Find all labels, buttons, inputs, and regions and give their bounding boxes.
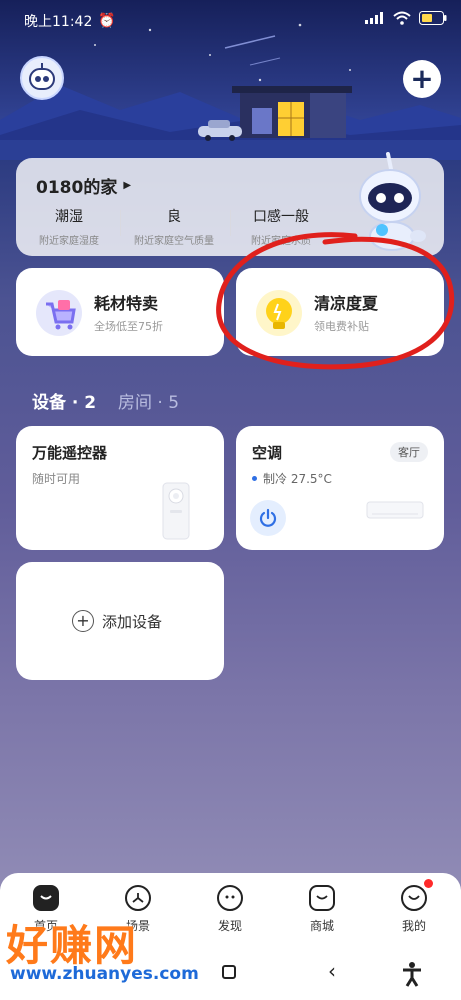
notification-dot	[424, 879, 433, 888]
room-badge: 客厅	[390, 442, 428, 462]
home-title-row[interactable]: 0180的家 ▶	[36, 173, 131, 198]
air-conditioner-icon	[366, 501, 424, 519]
nav-label: 发现	[217, 919, 242, 933]
accessibility-icon[interactable]	[400, 961, 424, 987]
profile-icon	[401, 879, 433, 911]
wifi-icon	[393, 11, 411, 25]
user-avatar[interactable]	[20, 56, 64, 100]
power-button[interactable]	[250, 500, 286, 536]
nav-label: 我的	[401, 919, 426, 933]
tab-rooms[interactable]: 房间 · 5	[118, 388, 179, 413]
promo-title: 耗材特卖	[94, 294, 159, 313]
home-icon	[33, 885, 59, 911]
device-status: 制冷 27.5°C	[263, 472, 332, 486]
status-dot-icon	[252, 476, 257, 481]
nav-profile[interactable]: 我的	[384, 879, 444, 934]
device-card-remote[interactable]: 万能遥控器 随时可用	[16, 426, 224, 550]
stat-value: 口感一般	[253, 209, 309, 225]
tab-devices[interactable]: 设备 · 2	[32, 388, 96, 413]
robot-avatar-icon	[29, 63, 55, 90]
scene-icon	[125, 885, 151, 911]
device-name: 万能遥控器	[32, 444, 108, 462]
alarm-icon: ⏰	[98, 13, 116, 29]
nav-label: 商城	[309, 919, 334, 933]
plus-icon: +	[410, 62, 434, 95]
add-circle-icon: +	[72, 610, 94, 632]
device-name: 空调	[252, 444, 283, 462]
add-button[interactable]: +	[403, 60, 441, 98]
promo-subtitle: 全场低至75折	[94, 320, 163, 333]
status-time: 晚上11:42	[24, 14, 93, 30]
watermark-url: www.zhuanyes.com	[10, 964, 199, 984]
annotation-circle	[216, 232, 455, 370]
add-device-label: 添加设备	[102, 612, 163, 631]
status-bar: 晚上11:42 ⏰	[0, 0, 461, 40]
discover-icon	[217, 885, 243, 911]
add-device-card[interactable]: + 添加设备	[16, 562, 224, 680]
shopping-bag-icon	[309, 885, 335, 911]
nav-discover[interactable]: 发现	[200, 885, 260, 934]
home-title: 0180的家	[36, 178, 118, 198]
shopping-cart-icon	[36, 290, 82, 336]
back-icon[interactable]: ‹	[328, 959, 336, 983]
signal-icon	[365, 12, 383, 24]
nav-mall[interactable]: 商城	[292, 885, 352, 934]
device-card-air-conditioner[interactable]: 空调 客厅 制冷 27.5°C	[236, 426, 444, 550]
promo-consumables[interactable]: 耗材特卖 全场低至75折	[16, 268, 224, 356]
device-status: 随时可用	[32, 472, 81, 486]
remote-control-icon	[162, 482, 190, 540]
home-square-icon[interactable]	[222, 965, 236, 979]
battery-icon	[419, 11, 447, 25]
caret-right-icon: ▶	[123, 180, 132, 191]
device-status-row: 制冷 27.5°C	[252, 470, 332, 487]
power-icon	[259, 508, 277, 527]
